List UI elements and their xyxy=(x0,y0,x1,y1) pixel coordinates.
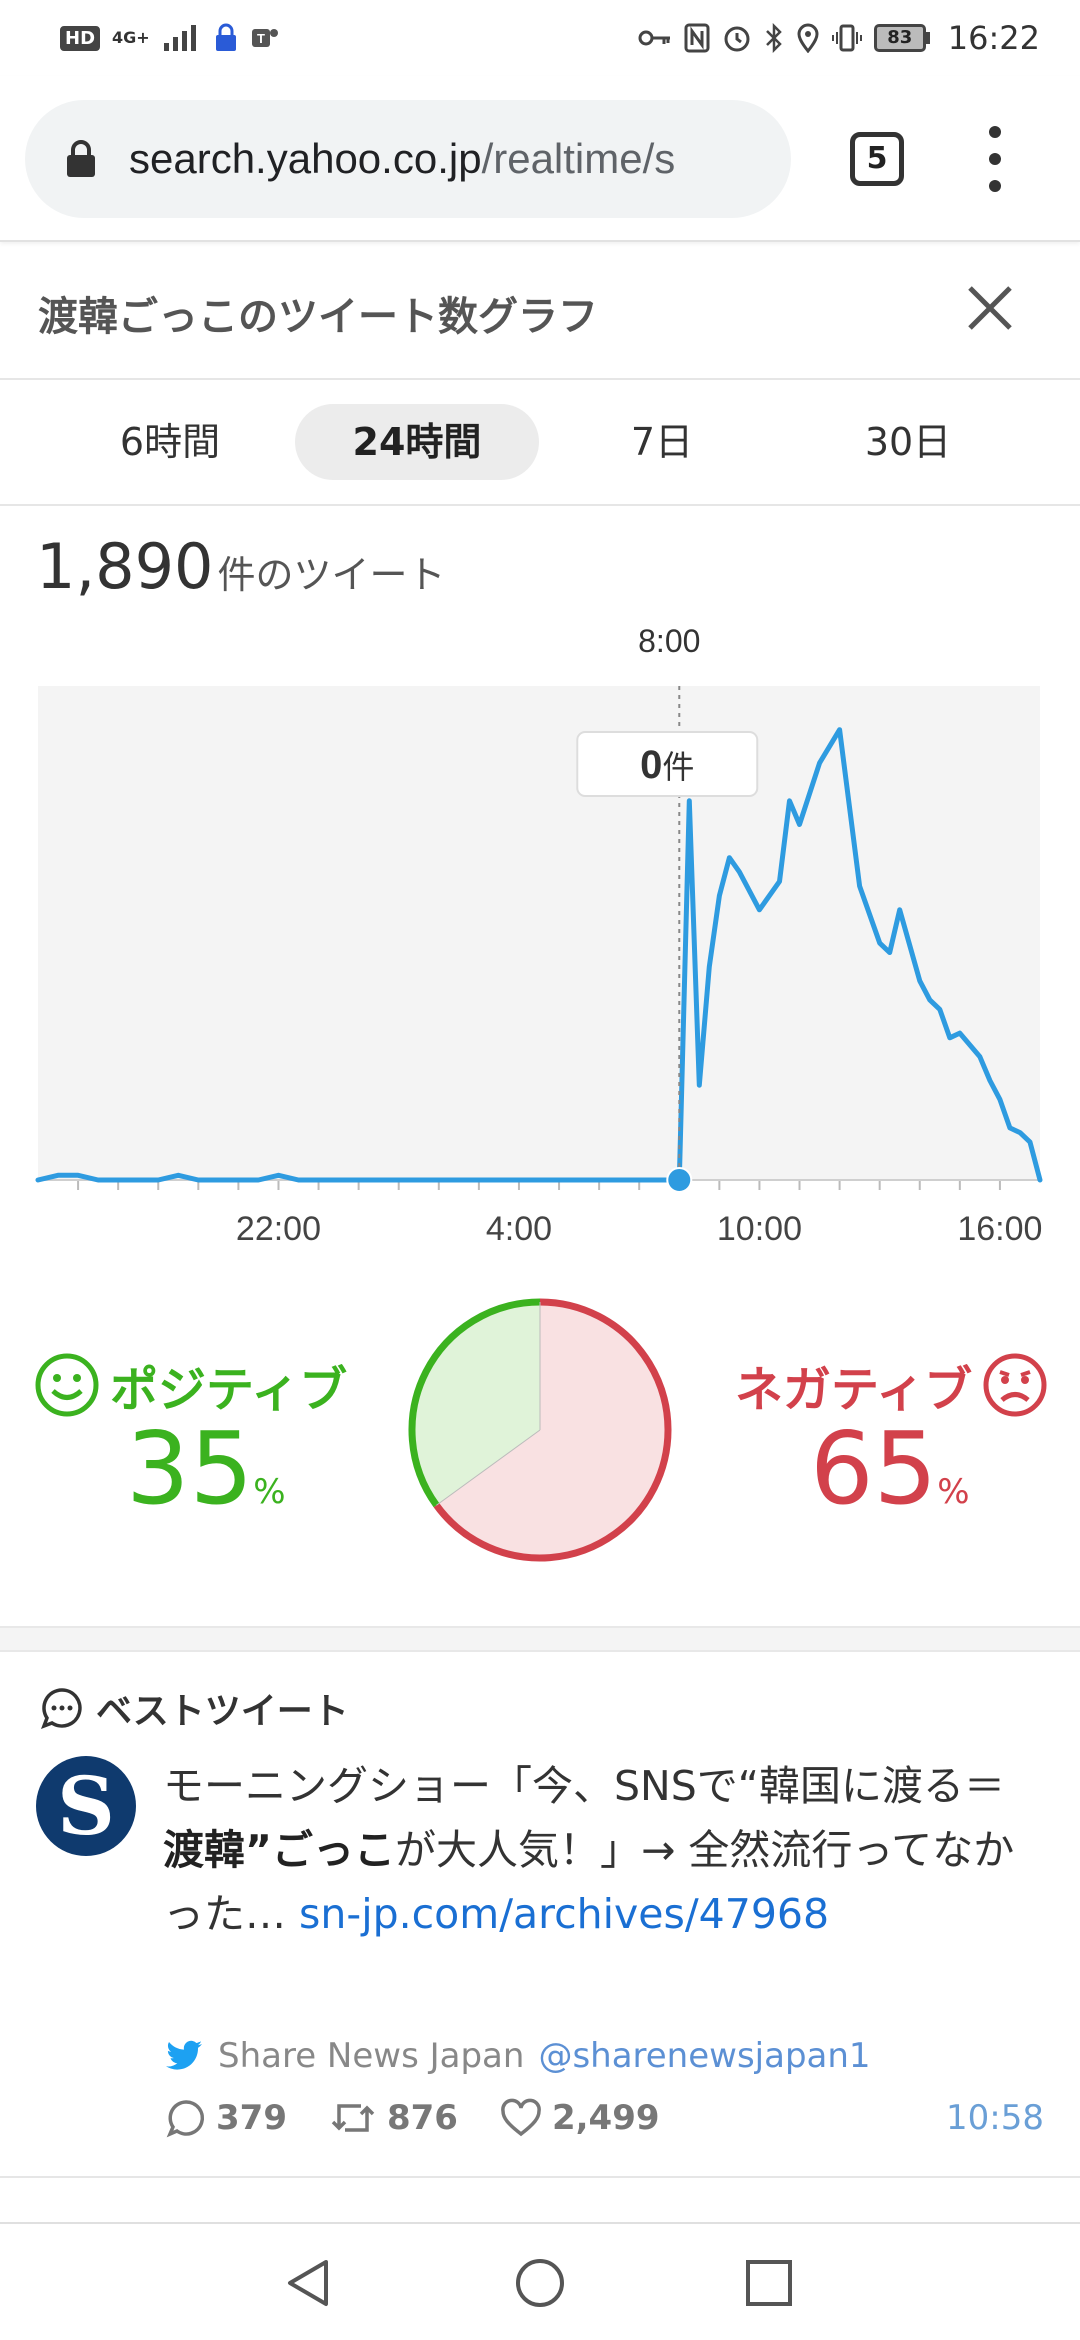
tweet-text-bold: 渡韓 xyxy=(163,1826,245,1874)
tweet-text[interactable]: モーニングショー「今、SNSで“韓国に渡る＝渡韓”ごっこが大人気！」→ 全然流行… xyxy=(163,1754,1023,1946)
system-navigation-bar xyxy=(0,2222,1080,2340)
section-divider xyxy=(0,2176,1080,2178)
key-icon xyxy=(638,30,670,46)
reply-stat[interactable]: 379 xyxy=(166,2098,287,2138)
speech-bubble-icon xyxy=(41,1688,82,1729)
tab-6h[interactable]: 6時間 xyxy=(48,404,292,480)
tab-switcher-button[interactable]: 5 xyxy=(850,132,904,186)
home-icon[interactable] xyxy=(505,2248,575,2318)
positive-pct: % xyxy=(253,1472,286,1512)
nfc-icon xyxy=(684,23,710,53)
best-tweet-section: ベストツイート S モーニングショー「今、SNSで“韓国に渡る＝渡韓”ごっこが大… xyxy=(0,1652,1080,2176)
reply-count: 379 xyxy=(216,2098,287,2138)
hd-icon: HD xyxy=(60,25,101,51)
alarm-icon xyxy=(724,26,750,52)
sentiment-pie-chart xyxy=(408,1298,672,1562)
teams-icon: T xyxy=(251,29,278,47)
avatar[interactable]: S xyxy=(36,1756,136,1856)
retweet-stat[interactable]: 876 xyxy=(329,2098,458,2138)
vibrate-icon xyxy=(831,24,862,52)
heart-icon xyxy=(501,2098,541,2137)
url-host: search.yahoo.co.jp xyxy=(129,135,482,182)
battery-level: 83 xyxy=(873,24,926,52)
tooltip-unit: 件 xyxy=(662,749,694,785)
tab-7d[interactable]: 7日 xyxy=(540,404,784,480)
tweet-text-quote: ” xyxy=(245,1826,272,1874)
like-stat[interactable]: 2,499 xyxy=(500,2098,660,2138)
tab-30d[interactable]: 30日 xyxy=(786,404,1030,480)
status-left: HD 4G+ T xyxy=(60,23,280,53)
url-text: search.yahoo.co.jp/realtime/s xyxy=(129,135,675,183)
smile-icon xyxy=(35,1353,99,1417)
status-bar: HD 4G+ T 83 16:22 xyxy=(0,0,1080,76)
author-name: Share News Japan xyxy=(218,2036,525,2076)
tweet-text-bold: ごっこ xyxy=(271,1826,395,1874)
x-tick-label: 16:00 xyxy=(957,1210,1042,1248)
tweet-link[interactable]: sn-jp.com/archives/47968 xyxy=(299,1890,829,1938)
negative-pct: % xyxy=(937,1472,970,1512)
tooltip-text: 0件 xyxy=(640,743,694,787)
browser-toolbar: search.yahoo.co.jp/realtime/s 5 xyxy=(0,76,1080,242)
twitter-bird-icon xyxy=(166,2040,202,2070)
tweet-time[interactable]: 10:58 xyxy=(946,2098,1044,2138)
svg-text:T: T xyxy=(257,31,265,46)
plot-area xyxy=(38,686,1040,1180)
cursor-point xyxy=(666,1167,693,1193)
reply-icon xyxy=(166,2100,205,2138)
author-handle: @sharenewsjapan1 xyxy=(538,2036,871,2076)
tweet-count-unit: 件のツイート xyxy=(217,553,446,597)
retweet-icon xyxy=(331,2104,375,2132)
tweet-stats: 379 876 2,499 xyxy=(166,2098,1046,2138)
tab-24h[interactable]: 24時間 xyxy=(295,404,539,480)
bluetooth-icon xyxy=(765,23,782,53)
x-tick-label: 4:00 xyxy=(486,1210,552,1248)
tweet-count-chart[interactable]: 22:00 4:00 10:00 16:00 8:00 0件 xyxy=(0,610,1080,1250)
best-tweet-heading: ベストツイート xyxy=(40,1682,349,1734)
frown-icon xyxy=(983,1353,1047,1417)
vpn-lock-icon xyxy=(215,23,236,51)
battery-icon: 83 xyxy=(873,24,930,52)
signal-icon xyxy=(163,25,196,51)
network-type: 4G+ xyxy=(112,28,150,47)
sentiment-section: ポジティブ 35% ネガティブ 65% xyxy=(0,1290,1080,1590)
more-menu-button[interactable] xyxy=(985,126,1005,192)
tweet-count: 1,890 件のツイート xyxy=(36,530,446,603)
address-bar[interactable]: search.yahoo.co.jp/realtime/s xyxy=(25,100,791,218)
time-range-tabs: 6時間 24時間 7日 30日 xyxy=(0,380,1080,506)
section-divider xyxy=(0,1626,1080,1652)
recents-icon[interactable] xyxy=(734,2248,804,2318)
close-icon[interactable] xyxy=(960,278,1020,338)
url-path: /realtime/s xyxy=(481,135,676,182)
back-icon[interactable] xyxy=(274,2248,344,2318)
x-tick-label: 10:00 xyxy=(717,1210,802,1248)
cursor-time-label: 8:00 xyxy=(638,623,700,659)
negative-number: 65 xyxy=(810,1410,938,1527)
clock: 16:22 xyxy=(947,19,1040,57)
chart-svg: 22:00 4:00 10:00 16:00 8:00 0件 xyxy=(35,623,1043,1248)
tweet-text-part: モーニングショー「今、SNSで“韓国に渡る＝ xyxy=(163,1762,1005,1810)
tweet-author[interactable]: Share News Japan @sharenewsjapan1 xyxy=(166,2036,871,2076)
positive-number: 35 xyxy=(126,1410,254,1527)
tweet-count-number: 1,890 xyxy=(36,530,214,603)
like-count: 2,499 xyxy=(551,2098,660,2138)
retweet-count: 876 xyxy=(386,2098,458,2138)
tooltip-value: 0 xyxy=(640,743,662,787)
panel-title: 渡韓ごっこのツイート数グラフ xyxy=(38,294,598,340)
location-icon xyxy=(797,23,819,53)
negative-value: 65% xyxy=(810,1410,970,1527)
panel-header: 渡韓ごっこのツイート数グラフ xyxy=(0,248,1080,380)
best-tweet-heading-text: ベストツイート xyxy=(96,1691,349,1732)
lock-icon xyxy=(67,140,95,177)
x-tick-label: 22:00 xyxy=(236,1210,321,1248)
status-right: 83 16:22 xyxy=(638,19,1040,57)
positive-value: 35% xyxy=(126,1410,286,1527)
